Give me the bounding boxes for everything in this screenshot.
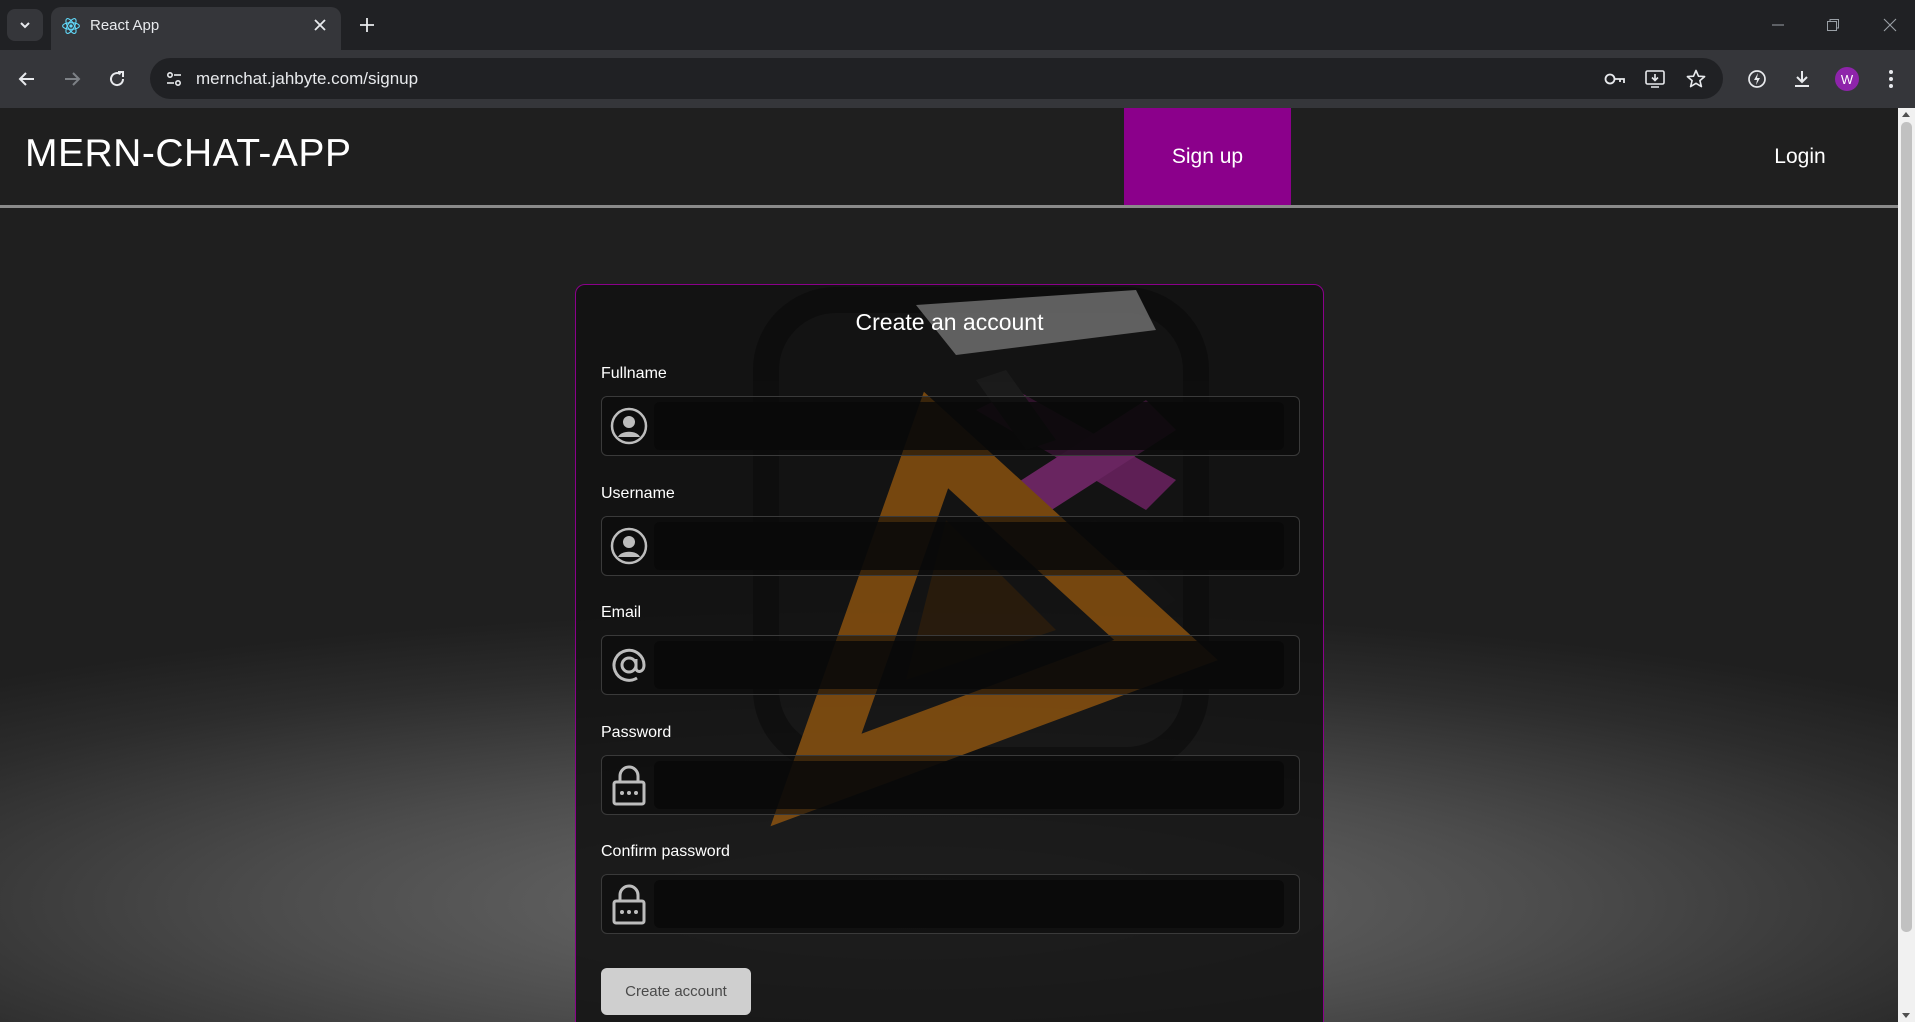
user-circle-icon (608, 525, 650, 567)
password-key-icon[interactable] (1602, 66, 1628, 92)
new-tab-icon[interactable] (352, 10, 382, 40)
email-field (601, 635, 1300, 695)
nav-signup-link[interactable]: Sign up (1124, 108, 1291, 205)
chevron-down-icon (20, 22, 30, 29)
password-field (601, 755, 1300, 815)
downloads-icon[interactable] (1786, 63, 1818, 95)
close-window-icon[interactable] (1872, 10, 1908, 40)
page-viewport: MERN-CHAT-APP Sign up Login Create an ac… (0, 108, 1898, 1022)
username-input[interactable] (654, 522, 1284, 570)
confirm-password-field (601, 874, 1300, 934)
page-scrollbar[interactable] (1898, 108, 1915, 1022)
password-label: Password (601, 724, 672, 741)
scroll-up-arrow-icon[interactable] (1902, 112, 1910, 117)
restore-icon[interactable] (1815, 10, 1851, 40)
url-text: mernchat.jahbyte.com/signup (196, 69, 419, 88)
minimize-icon[interactable] (1760, 10, 1796, 40)
profile-initial: W (1835, 67, 1859, 91)
bookmark-star-icon[interactable] (1683, 66, 1709, 92)
menu-icon[interactable] (1875, 63, 1907, 95)
confirm-password-label: Confirm password (601, 843, 730, 860)
at-sign-icon (608, 644, 650, 686)
address-bar[interactable]: mernchat.jahbyte.com/signup (150, 58, 1723, 99)
fullname-label: Fullname (601, 365, 667, 382)
back-icon[interactable] (11, 63, 43, 95)
lock-icon (608, 764, 650, 806)
install-app-icon[interactable] (1642, 66, 1668, 92)
profile-avatar[interactable]: W (1831, 63, 1863, 95)
form-title: Create an account (855, 309, 1044, 335)
lock-icon (608, 883, 650, 925)
site-info-icon[interactable] (158, 63, 190, 95)
email-input[interactable] (654, 641, 1284, 689)
performance-icon[interactable] (1741, 63, 1773, 95)
forward-icon[interactable] (56, 63, 88, 95)
signup-card: Create an account Fullname Username Emai… (575, 284, 1324, 1022)
reload-icon[interactable] (101, 63, 133, 95)
tab-search-button[interactable] (7, 9, 43, 41)
app-brand[interactable]: MERN-CHAT-APP (25, 132, 351, 176)
password-input[interactable] (654, 761, 1284, 809)
app-navbar: MERN-CHAT-APP Sign up Login (0, 108, 1898, 208)
fullname-field (601, 396, 1300, 456)
browser-tab[interactable]: React App (51, 7, 341, 50)
user-circle-icon (608, 405, 650, 447)
create-account-button[interactable]: Create account (601, 968, 751, 1015)
close-tab-icon[interactable] (307, 12, 333, 38)
username-label: Username (601, 485, 675, 502)
nav-login-link[interactable]: Login (1740, 108, 1860, 205)
tab-title: React App (90, 17, 160, 34)
react-favicon-icon (62, 18, 80, 34)
scrollbar-thumb[interactable] (1901, 122, 1912, 932)
browser-toolbar: mernchat.jahbyte.com/signup W (0, 50, 1915, 108)
scroll-down-arrow-icon[interactable] (1902, 1013, 1910, 1018)
confirm-password-input[interactable] (654, 880, 1284, 928)
tab-strip: React App (0, 0, 1915, 50)
fullname-input[interactable] (654, 402, 1284, 450)
username-field (601, 516, 1300, 576)
email-label: Email (601, 604, 642, 621)
